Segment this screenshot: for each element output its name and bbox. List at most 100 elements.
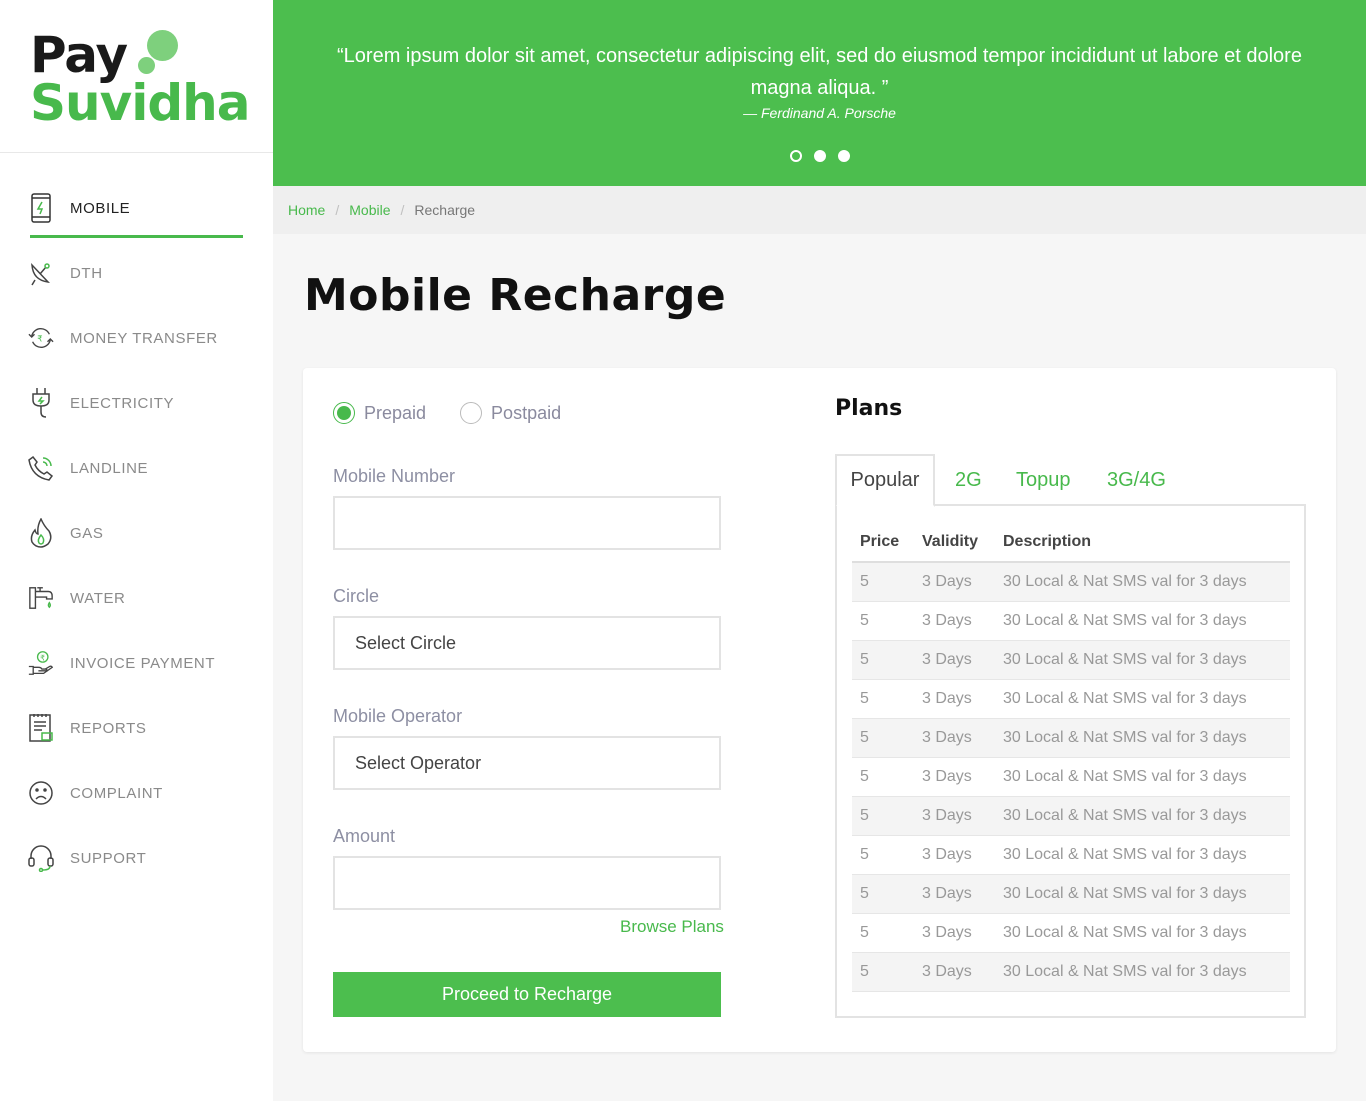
- tab-popular[interactable]: Popular: [835, 454, 935, 507]
- logo[interactable]: Pay Suvidha: [30, 24, 250, 134]
- column-header-price: Price: [852, 522, 914, 563]
- table-row[interactable]: 53 Days 30 Local & Nat SMS val for 3 days: [852, 640, 1290, 680]
- sidebar-item-label: MOBILE: [70, 199, 131, 217]
- breadcrumb-separator: /: [400, 202, 405, 218]
- prepaid-radio[interactable]: Prepaid: [333, 402, 426, 424]
- cell-validity: 3 Days: [914, 640, 995, 680]
- radio-circle: [460, 402, 483, 424]
- cell-description: 30 Local & Nat SMS val for 3 days: [995, 562, 1290, 602]
- report-icon: [28, 713, 54, 743]
- table-row[interactable]: 53 Days 30 Local & Nat SMS val for 3 days: [852, 796, 1290, 836]
- sad-face-icon: [28, 778, 54, 808]
- operator-select[interactable]: Select Operator: [333, 736, 721, 790]
- cell-description: 30 Local & Nat SMS val for 3 days: [995, 601, 1290, 641]
- breadcrumb-separator: /: [335, 202, 340, 218]
- sidebar-item-mobile[interactable]: MOBILE: [28, 178, 243, 238]
- quote-banner: “Lorem ipsum dolor sit amet, consectetur…: [273, 0, 1366, 186]
- table-row[interactable]: 53 Days 30 Local & Nat SMS val for 3 days: [852, 562, 1290, 602]
- circle-select[interactable]: Select Circle: [333, 616, 721, 670]
- logo-area: Pay Suvidha: [0, 0, 273, 153]
- table-row[interactable]: 53 Days 30 Local & Nat SMS val for 3 days: [852, 874, 1290, 914]
- cell-description: 30 Local & Nat SMS val for 3 days: [995, 757, 1290, 797]
- amount-input[interactable]: [333, 856, 721, 910]
- table-row[interactable]: 53 Days 30 Local & Nat SMS val for 3 days: [852, 679, 1290, 719]
- plans-panel: Price Validity Description 53 Days 30 Loc…: [835, 506, 1306, 1018]
- cell-price: 5: [852, 640, 914, 680]
- sidebar-item-label: GAS: [70, 524, 104, 542]
- sidebar-item-water[interactable]: WATER: [28, 568, 243, 628]
- sidebar-item-landline[interactable]: LANDLINE: [28, 438, 243, 498]
- breadcrumb-mobile[interactable]: Mobile: [349, 202, 390, 218]
- radio-circle: [333, 402, 355, 424]
- sidebar-item-complaint[interactable]: COMPLAINT: [28, 763, 243, 823]
- table-row[interactable]: 53 Days 30 Local & Nat SMS val for 3 days: [852, 952, 1290, 992]
- cell-validity: 3 Days: [914, 757, 995, 797]
- sidebar-item-gas[interactable]: GAS: [28, 503, 243, 563]
- column-header-description: Description: [995, 522, 1290, 563]
- cell-validity: 3 Days: [914, 718, 995, 758]
- mobile-number-input[interactable]: [333, 496, 721, 550]
- phone-icon: [28, 453, 54, 483]
- plans-table: Price Validity Description 53 Days 30 Loc…: [852, 522, 1290, 992]
- browse-plans-link[interactable]: Browse Plans: [620, 917, 724, 937]
- carousel-dot[interactable]: [789, 150, 802, 162]
- cell-price: 5: [852, 601, 914, 641]
- postpaid-radio[interactable]: Postpaid: [460, 402, 561, 424]
- cell-description: 30 Local & Nat SMS val for 3 days: [995, 913, 1290, 953]
- water-tap-icon: [28, 583, 54, 613]
- sidebar-item-label: INVOICE PAYMENT: [70, 654, 216, 672]
- sidebar-item-dth[interactable]: DTH: [28, 243, 243, 303]
- cell-validity: 3 Days: [914, 952, 995, 992]
- sidebar-item-label: DTH: [70, 264, 103, 282]
- plans-tabs: Popular 2G Topup 3G/4G: [835, 454, 1306, 507]
- table-row[interactable]: 53 Days 30 Local & Nat SMS val for 3 days: [852, 757, 1290, 797]
- recharge-card: Prepaid Postpaid Mobile Number Circle Se…: [303, 368, 1336, 1052]
- cell-price: 5: [852, 796, 914, 836]
- cell-description: 30 Local & Nat SMS val for 3 days: [995, 679, 1290, 719]
- sidebar-item-label: MONEY TRANSFER: [70, 329, 218, 347]
- invoice-payment-icon: ₹: [28, 648, 54, 678]
- mobile-icon: [28, 193, 54, 223]
- table-row[interactable]: 53 Days 30 Local & Nat SMS val for 3 days: [852, 913, 1290, 953]
- carousel-dot[interactable]: [813, 150, 826, 162]
- headset-icon: [28, 843, 54, 873]
- cell-validity: 3 Days: [914, 679, 995, 719]
- carousel-indicators: [273, 150, 1366, 162]
- sidebar-item-reports[interactable]: REPORTS: [28, 698, 243, 758]
- tab-2g[interactable]: 2G: [955, 454, 982, 506]
- carousel-dot[interactable]: [837, 150, 850, 162]
- cell-validity: 3 Days: [914, 562, 995, 602]
- sidebar-item-invoice-payment[interactable]: ₹ INVOICE PAYMENT: [28, 633, 243, 693]
- cell-validity: 3 Days: [914, 601, 995, 641]
- breadcrumb: Home / Mobile / Recharge: [273, 186, 1366, 234]
- logo-text-suvidha: Suvidha: [30, 74, 250, 132]
- cell-price: 5: [852, 718, 914, 758]
- cell-description: 30 Local & Nat SMS val for 3 days: [995, 874, 1290, 914]
- svg-text:₹: ₹: [37, 334, 42, 344]
- plug-icon: [28, 388, 54, 418]
- mobile-number-label: Mobile Number: [333, 466, 456, 486]
- proceed-to-recharge-button[interactable]: Proceed to Recharge: [333, 972, 721, 1017]
- tab-3g-4g[interactable]: 3G/4G: [1107, 454, 1166, 506]
- quote-text: “Lorem ipsum dolor sit amet, consectetur…: [337, 45, 1302, 99]
- sidebar-item-support[interactable]: SUPPORT: [28, 828, 243, 888]
- breadcrumb-home[interactable]: Home: [288, 202, 325, 218]
- tab-topup[interactable]: Topup: [1016, 454, 1071, 506]
- table-row[interactable]: 53 Days 30 Local & Nat SMS val for 3 days: [852, 601, 1290, 641]
- column-header-validity: Validity: [914, 522, 995, 563]
- sidebar-item-money-transfer[interactable]: ₹ MONEY TRANSFER: [28, 308, 243, 368]
- circle-label: Circle: [333, 586, 380, 606]
- radio-label: Prepaid: [364, 402, 427, 423]
- table-row[interactable]: 53 Days 30 Local & Nat SMS val for 3 days: [852, 718, 1290, 758]
- cell-description: 30 Local & Nat SMS val for 3 days: [995, 718, 1290, 758]
- cell-description: 30 Local & Nat SMS val for 3 days: [995, 796, 1290, 836]
- table-row[interactable]: 53 Days 30 Local & Nat SMS val for 3 days: [852, 835, 1290, 875]
- cell-price: 5: [852, 874, 914, 914]
- sidebar-item-electricity[interactable]: ELECTRICITY: [28, 373, 243, 433]
- radio-label: Postpaid: [491, 402, 562, 423]
- connection-type-group: Prepaid Postpaid: [333, 402, 561, 424]
- cell-price: 5: [852, 757, 914, 797]
- sidebar-item-label: ELECTRICITY: [70, 394, 175, 412]
- breadcrumb-current: Recharge: [414, 202, 476, 218]
- cell-validity: 3 Days: [914, 874, 995, 914]
